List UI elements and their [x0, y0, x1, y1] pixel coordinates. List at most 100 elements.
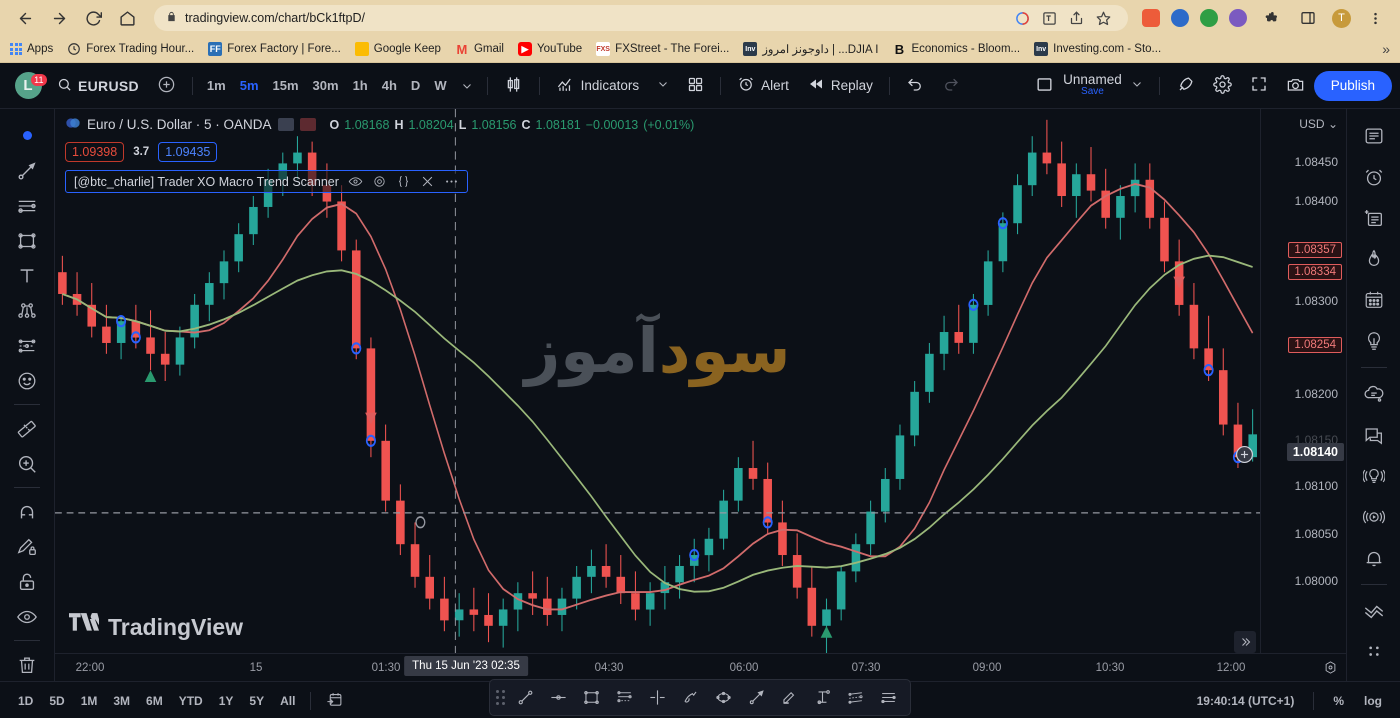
undo-button[interactable] [897, 71, 933, 101]
zoom-tool[interactable] [8, 447, 46, 480]
alert-button[interactable]: Alert [728, 71, 798, 101]
avatar[interactable]: T [1332, 8, 1351, 28]
percent-scale-toggle[interactable]: % [1325, 690, 1352, 712]
rectangle-icon[interactable] [576, 683, 607, 712]
timeframe-4h[interactable]: 4h [375, 71, 404, 101]
chart-style-button[interactable] [495, 71, 532, 101]
bookmark-fxstreet[interactable]: FXS FXStreet - The Forei... [596, 42, 729, 56]
goto-date-button[interactable] [318, 687, 351, 715]
quick-search-button[interactable] [1167, 71, 1204, 101]
hide-drawings-tool[interactable] [8, 600, 46, 633]
drawing-mode-tool[interactable] [8, 530, 46, 563]
indicators-chevron-button[interactable] [648, 71, 678, 101]
indicator-legend[interactable]: [@btc_charlie] Trader XO Macro Trend Sca… [65, 170, 468, 193]
timeframe-30m[interactable]: 30m [306, 71, 346, 101]
price-axis[interactable]: USD ⌄ 1.08450 1.08400 1.08300 1.08200 1.… [1260, 109, 1346, 653]
range-1y[interactable]: 1Y [211, 690, 242, 712]
pitchfork-tool[interactable] [8, 294, 46, 327]
indicators-button[interactable]: Indicators [547, 71, 649, 101]
trend-line-icon[interactable] [510, 683, 541, 712]
ellipse-icon[interactable] [708, 683, 739, 712]
streams-panel-button[interactable] [1355, 498, 1393, 536]
gear-icon[interactable] [372, 174, 387, 189]
add-symbol-button[interactable] [148, 71, 185, 101]
timeframe-15m[interactable]: 15m [266, 71, 306, 101]
cursor-crosshair-tool[interactable] [8, 119, 46, 152]
more-panels-button[interactable] [1355, 633, 1393, 671]
log-scale-toggle[interactable]: log [1356, 690, 1390, 712]
more-dots-icon[interactable] [444, 174, 459, 189]
expand-pane-button[interactable] [1234, 631, 1256, 653]
calendar-panel-button[interactable] [1355, 281, 1393, 319]
layout-save-link[interactable]: Save [1081, 87, 1104, 98]
drag-grip-icon[interactable] [496, 690, 505, 705]
lock-drawings-tool[interactable] [8, 565, 46, 598]
timeframe-D[interactable]: D [404, 71, 427, 101]
fullscreen-button[interactable] [1241, 71, 1277, 101]
user-menu-button[interactable]: L 11 [8, 72, 48, 99]
bookmark-forex-factory[interactable]: FF Forex Factory | Fore... [208, 42, 341, 56]
bookmark-youtube[interactable]: ▶ YouTube [517, 42, 582, 56]
rectangle-tool[interactable] [8, 224, 46, 257]
publish-button[interactable]: Publish [1313, 70, 1392, 101]
fib-channel-icon[interactable] [840, 683, 871, 712]
symbol-search-button[interactable]: EURUSD [48, 71, 148, 101]
bookmark-investing[interactable]: Inv Investing.com - Sto... [1034, 42, 1161, 56]
measure-tool[interactable] [8, 412, 46, 445]
bookmark-djia[interactable]: Inv داوجونز امروز | ...DJIA I [743, 42, 878, 56]
layout-name-button[interactable]: Unnamed Save [1063, 72, 1122, 98]
share-icon[interactable] [1068, 10, 1085, 27]
magnet-tool[interactable] [8, 495, 46, 528]
public-chats-panel-button[interactable] [1355, 416, 1393, 454]
chat-panel-button[interactable] [1355, 375, 1393, 413]
bookmark-forex-trading-hours[interactable]: Forex Trading Hour... [67, 42, 194, 56]
extension-icon-4[interactable] [1229, 9, 1247, 27]
alerts-panel-button[interactable] [1355, 158, 1393, 196]
reload-icon[interactable] [80, 5, 106, 31]
chrome-menu-icon[interactable] [1362, 5, 1388, 31]
settings-button[interactable] [1204, 71, 1241, 101]
remove-drawings-tool[interactable] [8, 648, 46, 681]
braces-icon[interactable] [396, 174, 411, 189]
range-3m[interactable]: 3M [105, 690, 138, 712]
range-1d[interactable]: 1D [10, 690, 41, 712]
highlighter-icon[interactable] [774, 683, 805, 712]
range-5d[interactable]: 5D [41, 690, 72, 712]
home-icon[interactable] [114, 5, 140, 31]
range-6m[interactable]: 6M [138, 690, 171, 712]
redo-button[interactable] [933, 71, 969, 101]
time-axis[interactable]: 22:00 15 01:30 Thu 15 Jun '23 02:35 04:3… [55, 653, 1346, 681]
bookmark-google-keep[interactable]: Google Keep [354, 42, 441, 56]
price-axis-currency[interactable]: USD ⌄ [1299, 117, 1338, 131]
range-1m[interactable]: 1M [73, 690, 106, 712]
text-tool[interactable] [8, 259, 46, 292]
series-settings-icon[interactable] [299, 118, 316, 131]
arrow-icon[interactable] [741, 683, 772, 712]
templates-button[interactable] [678, 71, 713, 101]
timeframe-5m[interactable]: 5m [233, 71, 266, 101]
bookmark-gmail[interactable]: M Gmail [455, 42, 504, 57]
replay-button[interactable]: Replay [798, 71, 882, 101]
range-all[interactable]: All [272, 690, 303, 712]
horizontal-lines-tool[interactable] [8, 189, 46, 222]
range-5y[interactable]: 5Y [241, 690, 272, 712]
brush-icon[interactable] [675, 683, 706, 712]
close-icon[interactable] [420, 174, 435, 189]
puzzle-extensions-icon[interactable] [1258, 5, 1284, 31]
timezone-clock-icon[interactable] [1323, 660, 1338, 678]
chart-canvas[interactable]: Euro / U.S. Dollar · 5 · OANDA O 1.08168 … [55, 109, 1260, 653]
forward-arrow-icon[interactable] [46, 5, 72, 31]
extension-icon-2[interactable] [1171, 9, 1189, 27]
notifications-panel-button[interactable] [1355, 539, 1393, 577]
extension-icon-3[interactable] [1200, 9, 1218, 27]
cross-line-icon[interactable] [642, 683, 673, 712]
address-bar[interactable]: tradingview.com/chart/bCk1ftpD/ [154, 5, 1128, 31]
timeframe-1h[interactable]: 1h [346, 71, 375, 101]
timeframe-W[interactable]: W [427, 71, 453, 101]
google-lens-icon[interactable] [1014, 10, 1031, 27]
bookmark-star-icon[interactable] [1095, 10, 1112, 27]
ideas-stream-panel-button[interactable] [1355, 457, 1393, 495]
watchlist-panel-button[interactable] [1355, 117, 1393, 155]
hotlist-panel-button[interactable] [1355, 240, 1393, 278]
data-window-panel-button[interactable] [1355, 199, 1393, 237]
